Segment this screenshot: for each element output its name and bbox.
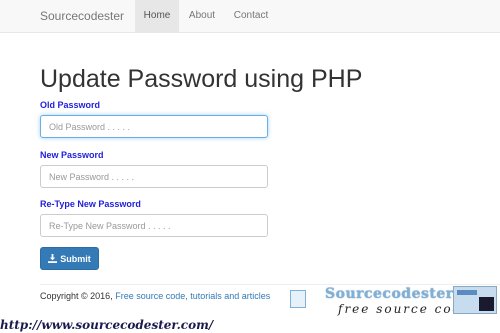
submit-label: Submit xyxy=(60,253,91,264)
nav-item-home[interactable]: Home xyxy=(135,0,179,32)
navbar-brand[interactable]: Sourcecodester xyxy=(40,9,124,23)
new-password-field[interactable] xyxy=(40,165,268,188)
copyright-text: Copyright © 2016, xyxy=(40,291,113,301)
navbar: Sourcecodester Home About Contact xyxy=(0,0,500,33)
footer-divider xyxy=(40,284,500,285)
page-title: Update Password using PHP xyxy=(40,65,363,93)
monitor-icon xyxy=(453,286,497,314)
old-password-label: Old Password xyxy=(40,100,101,110)
old-password-field[interactable] xyxy=(40,115,268,138)
nav-item-contact[interactable]: Contact xyxy=(226,0,276,32)
download-icon xyxy=(48,254,58,263)
retype-password-field[interactable] xyxy=(40,214,268,237)
nav-item-about[interactable]: About xyxy=(180,0,224,32)
footer: Copyright © 2016, Free source code, tuto… xyxy=(40,291,270,301)
watermark-url: http://www.sourcecodester.com/ xyxy=(0,318,214,332)
footer-link[interactable]: Free source code, tutorials and articles xyxy=(115,291,270,301)
sourcecodester-watermark: Sourcecodester.com free source code xyxy=(290,286,500,318)
logo-emblem-icon xyxy=(290,290,306,308)
retype-password-label: Re-Type New Password xyxy=(40,199,141,209)
submit-button[interactable]: Submit xyxy=(40,247,99,270)
new-password-label: New Password xyxy=(40,150,104,160)
watermark-tagline: free source code xyxy=(338,302,472,316)
